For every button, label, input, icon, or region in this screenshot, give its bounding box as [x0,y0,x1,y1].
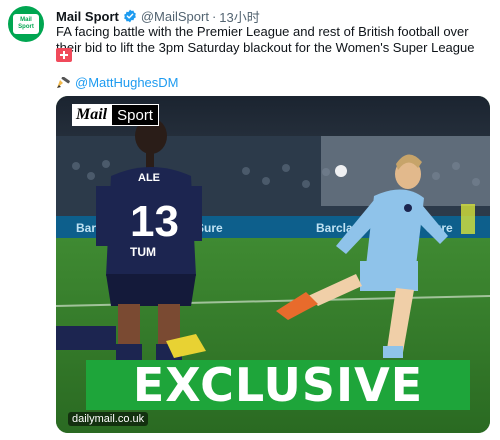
watermark-sport: Sport [111,104,159,126]
tweet-text: FA facing battle with the Premier League… [56,24,475,55]
avatar-text-top: Mail [20,17,32,23]
avatar-logo: Mail Sport [13,14,39,34]
exclusive-banner: EXCLUSIVE [86,360,470,410]
england-flag-icon [56,48,72,62]
source-link-label[interactable]: dailymail.co.uk [68,412,149,426]
verified-badge-icon [123,9,137,23]
writing-hand-icon [57,76,70,88]
author-display-name[interactable]: Mail Sport [56,9,119,24]
mail-sport-watermark: Mail Sport [72,104,159,126]
watermark-mail: Mail [72,104,112,126]
tweet-timestamp[interactable]: 13小时 [219,7,259,26]
tweet-image[interactable]: BarclaysSure BarclaysSure ALE 13 TUM [56,96,490,433]
author-avatar[interactable]: Mail Sport [8,6,44,42]
shirt-sponsor: TUM [130,245,156,259]
avatar-text-bottom: Sport [18,24,34,30]
mention-line: @MattHughesDM [56,75,179,90]
tweet-header: Mail Sport @MailSport · 13小时 [56,7,260,26]
exclusive-text: EXCLUSIVE [132,358,424,412]
mention-link[interactable]: @MattHughesDM [75,75,179,90]
separator-dot: · [211,8,217,24]
author-handle[interactable]: @MailSport [141,9,209,24]
tweet-card[interactable]: Mail Sport Mail Sport @MailSport · 13小时 … [0,0,500,440]
shirt-number: 13 [130,197,179,246]
shirt-name: ALE [138,172,160,184]
